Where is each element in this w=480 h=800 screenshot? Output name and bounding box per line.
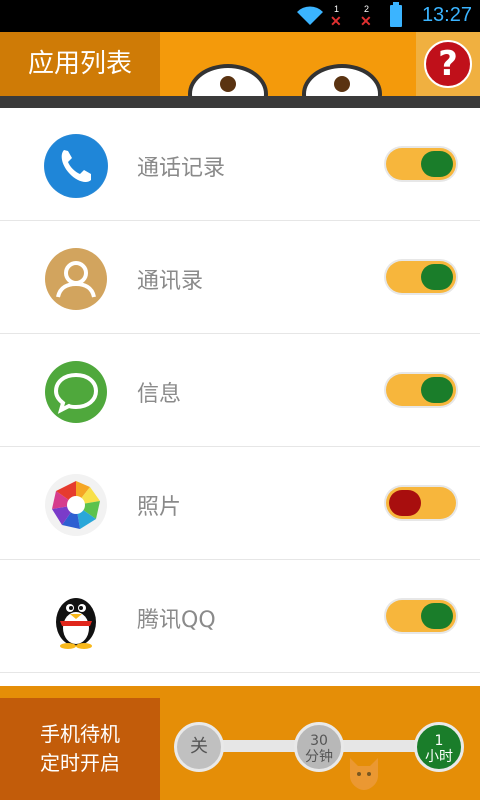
app-name: 通话记录 xyxy=(137,156,226,181)
list-item: 信息 xyxy=(0,334,480,447)
app-toggle[interactable] xyxy=(386,374,456,406)
title-box: 应用列表 xyxy=(0,32,160,96)
status-time: 13:27 xyxy=(421,4,472,26)
help-box: ? xyxy=(416,32,480,96)
app-list: 通话记录 通讯录 信息 照片 腾讯QQ xyxy=(0,108,480,673)
timer-option-off[interactable]: 关 xyxy=(174,722,224,772)
app-name: 通讯录 xyxy=(137,269,204,294)
app-toggle[interactable] xyxy=(386,600,456,632)
standby-label-line2: 定时开启 xyxy=(40,751,120,775)
list-item: 通讯录 xyxy=(0,221,480,334)
divider xyxy=(0,96,480,108)
mascot-eye-icon xyxy=(188,64,268,96)
timer-option-unit: 小时 xyxy=(425,749,453,765)
standby-label-line1: 手机待机 xyxy=(40,722,120,746)
list-item: 照片 xyxy=(0,447,480,560)
timer-option-label: 关 xyxy=(190,736,208,757)
status-bar: 1 ✕ 2 ✕ 13:27 xyxy=(0,0,480,32)
message-icon xyxy=(44,360,108,424)
timer-option-30min[interactable]: 30 分钟 xyxy=(294,722,344,772)
standby-timer-panel: 手机待机 定时开启 关 30 分钟 1 小时 xyxy=(0,698,480,800)
timer-option-label: 1 xyxy=(434,733,444,749)
help-button[interactable]: ? xyxy=(424,40,472,88)
qq-penguin-icon xyxy=(44,586,108,650)
contacts-icon xyxy=(44,247,108,311)
standby-timer-label: 手机待机 定时开启 xyxy=(0,698,160,800)
photos-icon xyxy=(44,473,108,537)
app-header: 应用列表 ? xyxy=(0,32,480,96)
app-toggle[interactable] xyxy=(386,148,456,180)
sim-no-signal-icon: 2 ✕ xyxy=(360,4,372,29)
phone-icon xyxy=(44,134,108,198)
timer-option-label: 30 xyxy=(310,733,328,749)
page-title: 应用列表 xyxy=(27,49,132,79)
battery-icon xyxy=(390,2,402,27)
sim-no-signal-icon: 1 ✕ xyxy=(330,4,342,29)
app-name: 照片 xyxy=(137,495,182,520)
mascot-eye-icon xyxy=(302,64,382,96)
list-item: 通话记录 xyxy=(0,108,480,221)
timer-option-unit: 分钟 xyxy=(305,749,333,765)
timer-option-1hour[interactable]: 1 小时 xyxy=(414,722,464,772)
app-name: 信息 xyxy=(137,382,182,407)
wifi-icon xyxy=(296,6,324,30)
app-toggle[interactable] xyxy=(386,261,456,293)
app-toggle[interactable] xyxy=(386,487,456,519)
list-item: 腾讯QQ xyxy=(0,560,480,673)
fox-watermark-icon xyxy=(344,752,384,792)
app-name: 腾讯QQ xyxy=(137,608,216,633)
